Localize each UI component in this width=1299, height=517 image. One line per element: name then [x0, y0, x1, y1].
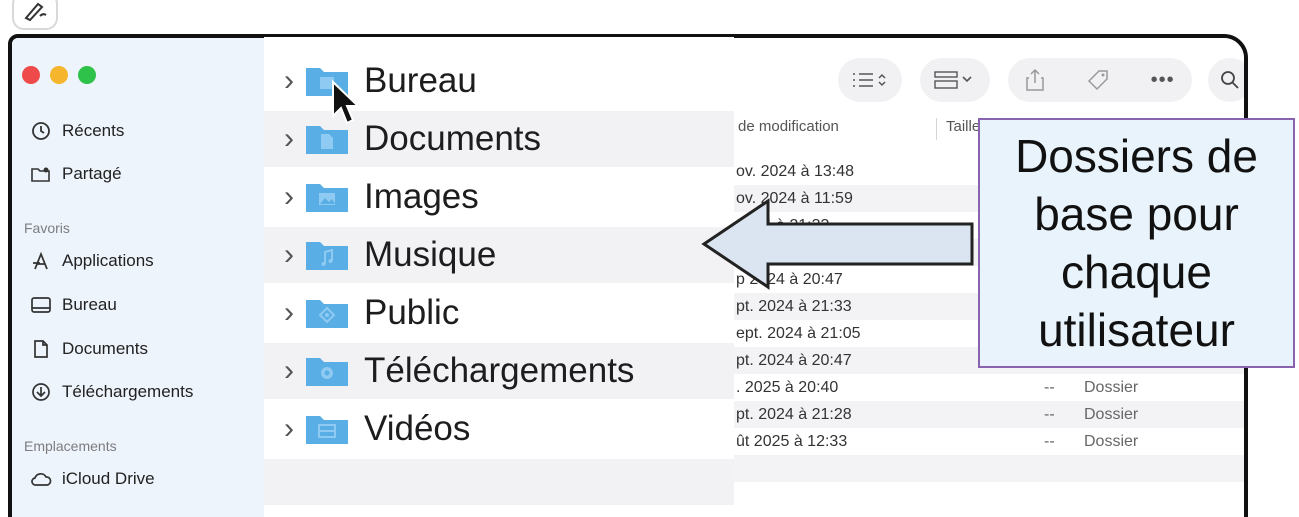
- sidebar-item-label: Récents: [62, 121, 125, 140]
- share-icon[interactable]: [1025, 68, 1045, 92]
- action-toolbar-group: •••: [1008, 58, 1192, 102]
- sidebar-item-icloud-drive[interactable]: iCloud Drive: [30, 468, 155, 490]
- locations-header: Emplacements: [24, 438, 117, 454]
- more-actions-icon[interactable]: •••: [1151, 69, 1175, 92]
- download-folder-icon: [306, 358, 348, 386]
- music-folder-icon: [306, 242, 348, 270]
- chevron-right-icon[interactable]: ›: [264, 180, 304, 214]
- chevron-right-icon[interactable]: ›: [264, 238, 304, 272]
- sidebar-item-label: Téléchargements: [62, 382, 194, 401]
- size-cell: --: [1044, 378, 1055, 396]
- clock-icon: [30, 120, 52, 142]
- annotation-text: Dossiers de base pour chaque utilisateur: [1015, 130, 1258, 356]
- folder-label: Téléchargements: [364, 351, 635, 390]
- cloud-icon: [30, 468, 52, 490]
- folder-label: Vidéos: [364, 409, 471, 448]
- document-folder-icon: [306, 126, 348, 154]
- document-icon: [30, 338, 52, 360]
- sidebar-item-label: iCloud Drive: [62, 469, 155, 488]
- screenshot: Récents Partagé Favoris Applications Bur…: [0, 0, 1299, 517]
- sidebar-item-label: Partagé: [62, 164, 122, 183]
- search-icon: [1221, 71, 1239, 89]
- list-view-icon: [853, 73, 886, 87]
- sidebar-item-desktop[interactable]: Bureau: [30, 294, 117, 316]
- favorites-header: Favoris: [24, 220, 70, 236]
- folder-row-telechargements[interactable]: › Téléchargements: [264, 343, 734, 399]
- applications-icon: [30, 250, 52, 272]
- folder-label: Images: [364, 177, 479, 216]
- sidebar-item-label: Applications: [62, 251, 154, 270]
- group-button[interactable]: [920, 58, 990, 102]
- desktop-icon: [30, 294, 52, 316]
- folder-row-videos[interactable]: › Vidéos: [264, 401, 734, 457]
- folder-row-public[interactable]: › Public: [264, 285, 734, 341]
- size-cell: --: [1044, 405, 1055, 423]
- chevron-right-icon[interactable]: ›: [264, 64, 304, 98]
- mouse-cursor-icon: [332, 80, 360, 125]
- list-view-button[interactable]: [838, 58, 902, 102]
- kind-cell: Dossier: [1084, 378, 1139, 396]
- list-row-kind: -- Dossier: [1044, 428, 1138, 455]
- chevron-right-icon[interactable]: ›: [264, 122, 304, 156]
- size-cell: --: [1044, 432, 1055, 450]
- sidebar-item-label: Documents: [62, 339, 148, 358]
- annotation-box: Dossiers de base pour chaque utilisateur: [978, 118, 1295, 368]
- tag-icon[interactable]: [1086, 68, 1110, 92]
- list-row-date: ût 2025 à 12:33: [736, 432, 848, 450]
- folder-label: Musique: [364, 235, 497, 274]
- folder-label: Public: [364, 293, 460, 332]
- sidebar-item-documents[interactable]: Documents: [30, 338, 148, 360]
- public-folder-icon: [306, 300, 348, 328]
- grid-icon: [934, 71, 972, 89]
- pen-icon: [24, 2, 47, 22]
- kind-cell: Dossier: [1084, 432, 1139, 450]
- folder-label: Bureau: [364, 61, 477, 100]
- sidebar-item-shared[interactable]: Partagé: [30, 163, 122, 185]
- list-row-empty: [734, 455, 1244, 482]
- list-row-date: pt. 2024 à 21:28: [734, 401, 1244, 428]
- search-button[interactable]: [1208, 58, 1244, 102]
- chevron-right-icon[interactable]: ›: [264, 354, 304, 388]
- column-separator[interactable]: [936, 118, 937, 140]
- folder-list-footer: [264, 459, 734, 505]
- close-window-button[interactable]: [22, 66, 40, 84]
- folder-label: Documents: [364, 119, 542, 158]
- column-header-size[interactable]: Taille: [946, 118, 980, 135]
- shared-folder-icon: [30, 163, 52, 185]
- sidebar-item-downloads[interactable]: Téléchargements: [30, 381, 193, 403]
- images-folder-icon: [306, 184, 348, 212]
- window-controls: [22, 66, 96, 84]
- list-row-kind: -- Dossier: [1044, 401, 1138, 428]
- sidebar-item-applications[interactable]: Applications: [30, 250, 154, 272]
- folder-row-musique[interactable]: › Musique: [264, 227, 734, 283]
- list-row-date: . 2025 à 20:40: [736, 378, 839, 396]
- sidebar-item-recents[interactable]: Récents: [30, 120, 124, 142]
- list-row-kind: -- Dossier: [1044, 374, 1138, 401]
- zoom-window-button[interactable]: [78, 66, 96, 84]
- download-icon: [30, 381, 52, 403]
- column-header-date[interactable]: de modification: [738, 118, 839, 135]
- sidebar-item-label: Bureau: [62, 295, 117, 314]
- videos-folder-icon: [306, 416, 348, 444]
- chevron-right-icon[interactable]: ›: [264, 296, 304, 330]
- kind-cell: Dossier: [1084, 405, 1139, 423]
- markup-pen-button[interactable]: [12, 0, 58, 30]
- sidebar: Récents Partagé Favoris Applications Bur…: [12, 38, 264, 517]
- chevron-right-icon[interactable]: ›: [264, 412, 304, 446]
- minimize-window-button[interactable]: [50, 66, 68, 84]
- folder-row-images[interactable]: › Images: [264, 169, 734, 225]
- callout-arrow: [701, 198, 974, 290]
